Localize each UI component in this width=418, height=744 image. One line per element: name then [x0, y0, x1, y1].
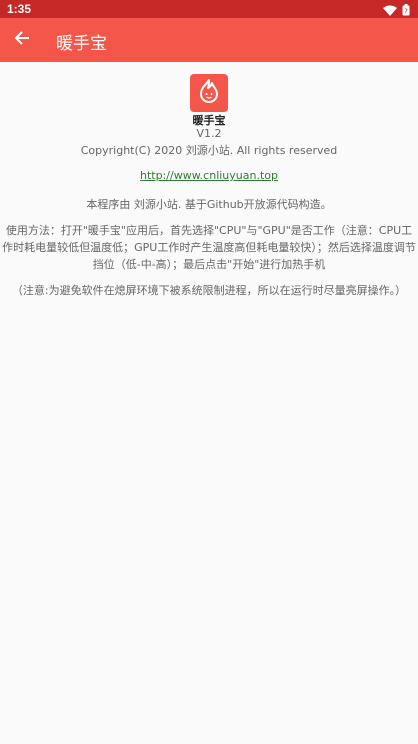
page-title: 暖手宝	[56, 34, 107, 54]
version-label: V1.2	[196, 127, 222, 140]
flame-icon	[195, 77, 223, 109]
intro-text: 本程序由 刘源小站. 基于Github开放源代码构造。	[86, 198, 332, 211]
copyright-text: Copyright(C) 2020 刘源小站. All rights reser…	[80, 144, 338, 157]
status-time: 1:35	[7, 2, 32, 16]
website-link[interactable]: http://www.cnliuyuan.top	[0, 169, 418, 182]
app-bar: 暖手宝	[0, 18, 418, 62]
back-button[interactable]	[8, 26, 36, 54]
usage-instructions: 使用方法：打开"暖手宝"应用后，首先选择"CPU"与"GPU"是否工作（注意：C…	[2, 224, 416, 271]
note-text: （注意:为避免软件在熄屏环境下被系统限制进程，所以在运行时尽量亮屏操作。）	[11, 284, 407, 297]
arrow-back-icon	[14, 30, 30, 50]
app-logo	[190, 74, 228, 112]
status-bar: 1:35 ?	[0, 0, 418, 18]
svg-text:?: ?	[404, 8, 408, 16]
app-name: 暖手宝	[192, 114, 226, 127]
